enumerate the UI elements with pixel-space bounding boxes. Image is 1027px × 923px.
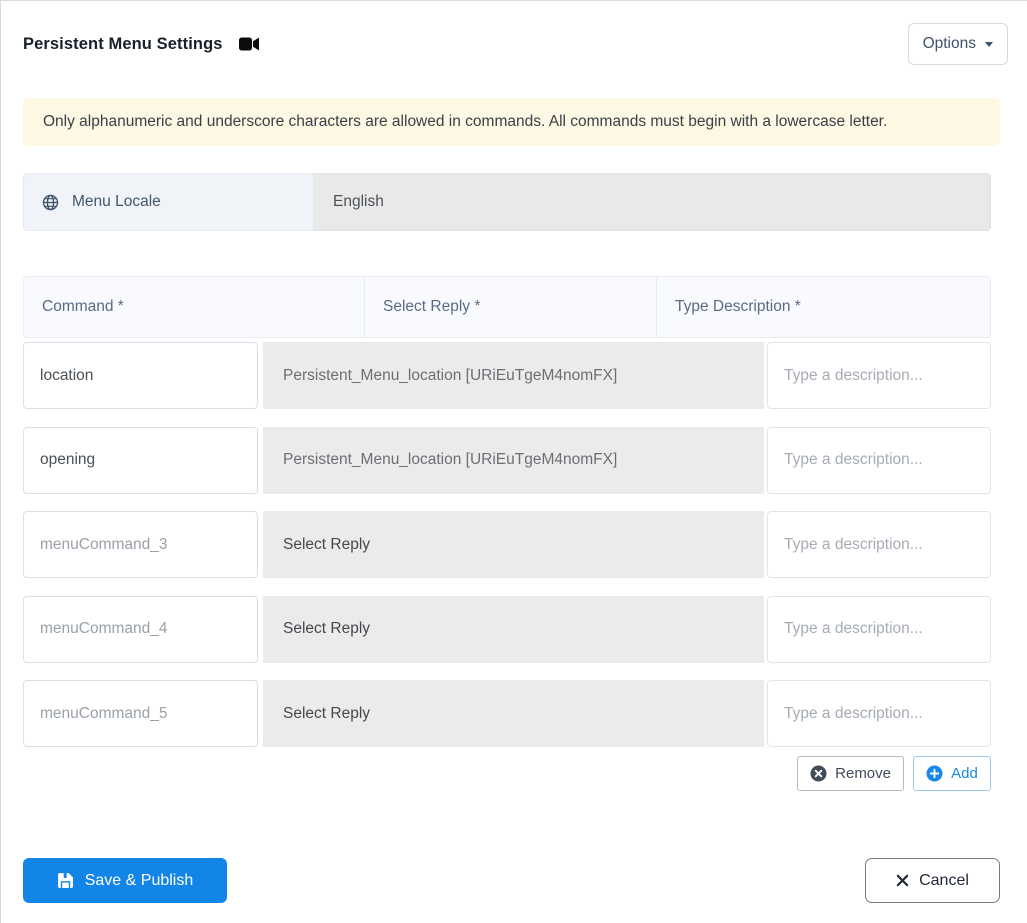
alert-message: Only alphanumeric and underscore charact… [43,113,888,130]
x-circle-icon [810,765,827,782]
options-button[interactable]: Options [907,23,1008,65]
select-reply-dropdown[interactable]: Select Reply [263,595,764,663]
floppy-save-icon [57,872,74,889]
command-input[interactable] [23,680,258,747]
menu-locale-select[interactable]: English [313,173,991,231]
title-wrap: Persistent Menu Settings [23,35,260,54]
menu-locale-label: Menu Locale [23,173,313,231]
table-row: Persistent_Menu_location [URiEuTgeM4nomF… [23,342,991,409]
menu-locale-value: English [333,193,384,210]
remove-button-label: Remove [835,765,891,782]
description-input[interactable] [767,595,991,663]
menu-locale-label-text: Menu Locale [72,193,161,210]
row-actions: Remove Add [23,756,991,791]
select-reply-dropdown[interactable]: Select Reply [263,680,764,747]
table-row: Select Reply [23,511,991,578]
add-button-label: Add [951,765,978,782]
cancel-button[interactable]: Cancel [865,858,1000,903]
add-row-button[interactable]: Add [913,756,991,791]
column-header-type-description: Type Description * [656,277,990,337]
video-camera-icon[interactable] [238,36,260,52]
page-title: Persistent Menu Settings [23,34,223,53]
plus-circle-icon [926,765,943,782]
description-input[interactable] [767,342,991,409]
select-reply-value: Select Reply [283,704,371,722]
select-reply-value: Persistent_Menu_location [URiEuTgeM4nomF… [283,451,618,468]
panel-header: Persistent Menu Settings Options [1,1,1027,65]
panel-footer: Save & Publish Cancel [1,858,1027,903]
select-reply-dropdown[interactable]: Persistent_Menu_location [URiEuTgeM4nomF… [263,426,764,494]
commands-table-header: Command * Select Reply * Type Descriptio… [23,276,991,338]
save-publish-button[interactable]: Save & Publish [23,858,227,903]
select-reply-value: Select Reply [283,620,371,637]
caret-down-icon [985,41,993,47]
command-input[interactable] [23,342,258,409]
x-icon [896,874,909,887]
options-button-label: Options [922,35,976,52]
description-input[interactable] [767,680,991,747]
globe-icon [42,194,59,211]
table-row: Select Reply [23,680,991,747]
persistent-menu-settings-panel: Persistent Menu Settings Options Only al… [0,0,1027,923]
column-header-command: Command * [42,298,124,315]
description-input[interactable] [767,511,991,578]
command-input[interactable] [23,511,258,578]
command-rules-alert: Only alphanumeric and underscore charact… [23,98,1000,146]
select-reply-value: Persistent_Menu_location [URiEuTgeM4nomF… [283,366,618,384]
remove-row-button[interactable]: Remove [797,756,904,791]
table-row: Select Reply [23,595,991,663]
cancel-button-label: Cancel [919,871,969,889]
description-input[interactable] [767,426,991,494]
command-input[interactable] [23,595,258,663]
table-row: Persistent_Menu_location [URiEuTgeM4nomF… [23,426,991,494]
command-input[interactable] [23,426,258,494]
select-reply-dropdown[interactable]: Select Reply [263,511,764,578]
select-reply-dropdown[interactable]: Persistent_Menu_location [URiEuTgeM4nomF… [263,342,764,409]
column-header-select-reply: Select Reply * [364,277,656,337]
select-reply-value: Select Reply [283,535,371,553]
save-publish-label: Save & Publish [84,871,194,889]
menu-locale-group: Menu Locale English [23,173,991,231]
